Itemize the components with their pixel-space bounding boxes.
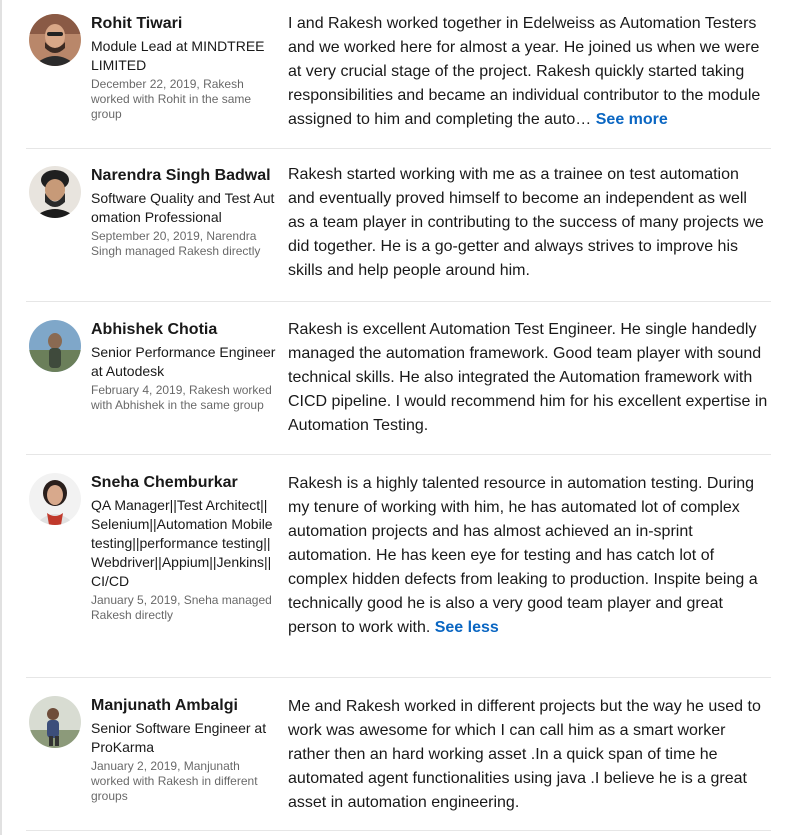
recommender-info: Narendra Singh Badwal Software Quality a… [91, 166, 276, 259]
recommender-name[interactable]: Sneha Chemburkar [91, 473, 276, 493]
profile-photo-icon [29, 473, 81, 525]
recommender-name[interactable]: Abhishek Chotia [91, 320, 276, 340]
recommendation-text-block: Rakesh is a highly talented resource in … [288, 472, 768, 640]
recommender-headline: Senior Performance Engineer at Autodesk [91, 344, 276, 379]
see-more-button[interactable]: See more [596, 111, 668, 128]
recommendation-text-block: I and Rakesh worked together in Edelweis… [288, 12, 768, 132]
recommender-info: Abhishek Chotia Senior Performance Engin… [91, 320, 276, 413]
recommender-headline: Module Lead at MINDTREE LIMITED [91, 38, 265, 73]
recommender-info: Rohit Tiwari Module Lead at MINDTREE LIM… [91, 14, 276, 122]
recommendation-meta: September 20, 2019, Narendra Singh manag… [91, 229, 261, 258]
recommendation-text: Rakesh started working with me as a trai… [288, 166, 764, 279]
avatar-sneha[interactable] [29, 473, 81, 525]
avatar-rohit[interactable] [29, 14, 81, 66]
recommendation-text: I and Rakesh worked together in Edelweis… [288, 15, 761, 128]
profile-photo-icon [29, 166, 81, 218]
recommendation-text: Me and Rakesh worked in different projec… [288, 698, 761, 811]
recommendation-item: Abhishek Chotia Senior Performance Engin… [26, 302, 771, 455]
recommender-headline: Senior Software Engineer at ProKarma [91, 720, 267, 755]
avatar-abhishek[interactable] [29, 320, 81, 372]
profile-photo-icon [29, 14, 81, 66]
profile-photo-icon [29, 320, 81, 372]
recommender-info: Sneha Chemburkar QA Manager||Test Archit… [91, 473, 276, 623]
avatar-narendra[interactable] [29, 166, 81, 218]
recommendation-item: Narendra Singh Badwal Software Quality a… [26, 149, 771, 302]
recommendation-item: Manjunath Ambalgi Senior Software Engine… [26, 678, 771, 831]
recommendation-meta: January 2, 2019, Manjunath worked with R… [91, 759, 258, 803]
recommendation-text: Rakesh is excellent Automation Test Engi… [288, 321, 768, 434]
recommendation-text-block: Rakesh started working with me as a trai… [288, 163, 768, 283]
recommender-info: Manjunath Ambalgi Senior Software Engine… [91, 696, 276, 804]
recommender-headline: QA Manager||Test Architect||Selenium||Au… [91, 497, 273, 589]
recommender-name[interactable]: Rohit Tiwari [91, 14, 276, 34]
recommendation-item: Sneha Chemburkar QA Manager||Test Archit… [26, 455, 771, 678]
recommendation-text: Rakesh is a highly talented resource in … [288, 475, 758, 636]
avatar-manjunath[interactable] [29, 696, 81, 748]
recommendation-item: Rohit Tiwari Module Lead at MINDTREE LIM… [26, 0, 771, 149]
recommendation-meta: December 22, 2019, Rakesh worked with Ro… [91, 77, 252, 121]
recommendation-meta: January 5, 2019, Sneha managed Rakesh di… [91, 593, 272, 622]
profile-photo-icon [29, 696, 81, 748]
recommendation-meta: February 4, 2019, Rakesh worked with Abh… [91, 383, 272, 412]
recommender-name[interactable]: Manjunath Ambalgi [91, 696, 276, 716]
recommender-name[interactable]: Narendra Singh Badwal [91, 166, 276, 186]
recommendations-list: Rohit Tiwari Module Lead at MINDTREE LIM… [26, 0, 771, 831]
see-less-button[interactable]: See less [435, 619, 499, 636]
recommender-headline: Software Quality and Test Automation Pro… [91, 190, 275, 225]
recommendation-text-block: Rakesh is excellent Automation Test Engi… [288, 318, 768, 438]
recommendation-text-block: Me and Rakesh worked in different projec… [288, 695, 768, 815]
panel-left-border [0, 0, 2, 835]
